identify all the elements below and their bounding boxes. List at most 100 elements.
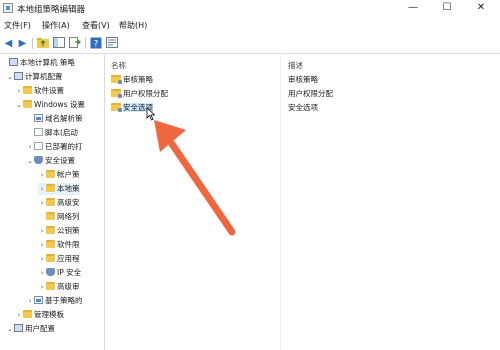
printer-icon bbox=[34, 142, 43, 150]
tree-item-computer-config[interactable]: ⌄ 计算机配置 bbox=[6, 71, 63, 83]
menu-bar: 文件(F) 操作(A) 查看(V) 帮助(H) bbox=[0, 18, 500, 33]
help-icon[interactable]: ? bbox=[89, 37, 102, 50]
tree-item-label: 应用程 bbox=[57, 254, 80, 263]
menu-action[interactable]: 操作(A) bbox=[42, 20, 70, 31]
menu-help[interactable]: 帮助(H) bbox=[119, 20, 147, 31]
toolbar: ◀ ▶ ? bbox=[0, 34, 500, 54]
tree-item-software-restriction[interactable]: › 软件限 bbox=[38, 239, 80, 251]
tree-item-scripts[interactable]: 脚本(启动 bbox=[26, 127, 78, 139]
folder-icon bbox=[46, 184, 55, 192]
tree-item-label: 软件设置 bbox=[34, 86, 64, 95]
tree-item-user-config[interactable]: ⌄ 用户配置 bbox=[6, 323, 55, 335]
policy-folder-icon bbox=[111, 75, 122, 84]
toolbar-separator bbox=[85, 38, 86, 49]
tree-item-advanced-audit[interactable]: › 高级审 bbox=[38, 281, 80, 293]
folder-icon bbox=[23, 310, 32, 318]
expand-arrow[interactable]: › bbox=[38, 197, 46, 209]
folder-icon bbox=[23, 100, 32, 108]
properties-icon[interactable] bbox=[105, 37, 118, 50]
tree-item-local-computer-policy[interactable]: 本地计算机 策略 bbox=[1, 57, 75, 69]
list-item[interactable]: 用户权限分配 用户权限分配 bbox=[106, 88, 500, 100]
tree-item-label: Windows 设置 bbox=[34, 100, 85, 109]
tree-item-software-settings[interactable]: › 软件设置 bbox=[15, 85, 64, 97]
app-icon bbox=[3, 3, 13, 13]
export-list-icon[interactable] bbox=[68, 37, 81, 50]
toolbar-separator bbox=[32, 38, 33, 49]
expand-arrow[interactable]: › bbox=[15, 309, 23, 321]
tree-item-app-control[interactable]: › 应用程 bbox=[38, 253, 80, 265]
folder-icon bbox=[46, 254, 55, 262]
tree-item-label: 管理模板 bbox=[34, 310, 64, 319]
list-item-description: 用户权限分配 bbox=[288, 89, 333, 98]
tree-item-ip-security[interactable]: › IP 安全 bbox=[38, 267, 81, 279]
list-item-name: 用户权限分配 bbox=[123, 89, 168, 98]
collapse-arrow[interactable]: ⌄ bbox=[15, 99, 23, 111]
expand-arrow[interactable]: › bbox=[38, 225, 46, 237]
forward-arrow-icon[interactable]: ▶ bbox=[16, 37, 29, 50]
expand-arrow[interactable]: › bbox=[38, 239, 46, 251]
tree-item-account-policies[interactable]: › 帐户策 bbox=[38, 169, 80, 181]
tree-item-label: 软件限 bbox=[57, 240, 80, 249]
folder-icon bbox=[46, 212, 55, 220]
tree-item-name-resolution-policy[interactable]: 域名解析策 bbox=[26, 113, 83, 125]
expand-arrow[interactable]: › bbox=[15, 85, 23, 97]
menu-view[interactable]: 查看(V) bbox=[82, 20, 110, 31]
tree-item-windows-settings[interactable]: ⌄ Windows 设置 bbox=[15, 99, 85, 111]
tree-item-label: 脚本(启动 bbox=[45, 128, 78, 137]
list-item-description: 审核策略 bbox=[288, 75, 318, 84]
tree-item-label: IP 安全 bbox=[57, 268, 82, 277]
user-icon bbox=[14, 324, 23, 332]
close-button[interactable]: ✕ bbox=[464, 0, 498, 16]
tree-item-label: 帐户策 bbox=[57, 170, 80, 179]
list-item-name: 审核策略 bbox=[123, 75, 153, 84]
minimize-button[interactable]: — bbox=[396, 0, 430, 16]
details-pane: 名称 描述 审核策略 审核策略 用户权限分配 用户权限分配 安全选项 安全选项 bbox=[106, 55, 500, 350]
expand-arrow[interactable]: › bbox=[38, 267, 46, 279]
tree-item-deployed-printers[interactable]: › 已部署的打 bbox=[26, 141, 83, 153]
folder-icon bbox=[23, 86, 32, 94]
expand-arrow[interactable]: › bbox=[38, 183, 46, 195]
collapse-arrow[interactable]: ⌄ bbox=[6, 323, 14, 335]
title-bar: 本地组策略编辑器 — ☐ ✕ bbox=[0, 0, 500, 18]
policy-chart-icon bbox=[34, 114, 43, 122]
expand-arrow[interactable]: › bbox=[38, 281, 46, 293]
collapse-arrow[interactable]: ⌄ bbox=[6, 71, 14, 83]
shield-icon bbox=[34, 156, 43, 164]
collapse-arrow[interactable]: ⌄ bbox=[26, 155, 34, 167]
tree-item-label: 已部署的打 bbox=[45, 142, 83, 151]
tree-item-admin-templates[interactable]: › 管理模板 bbox=[15, 309, 64, 321]
tree-item-public-key-policies[interactable]: › 公钥策 bbox=[38, 225, 80, 237]
tree-item-label: 计算机配置 bbox=[25, 72, 63, 81]
folder-icon bbox=[46, 226, 55, 234]
list-item[interactable]: 审核策略 审核策略 bbox=[106, 74, 500, 86]
tree-item-network-list[interactable]: 网络列 bbox=[38, 211, 80, 223]
console-tree: 本地计算机 策略 ⌄ 计算机配置 › 软件设置 ⌄ Windows 设置 域名解析策 … bbox=[0, 55, 105, 350]
tree-item-local-policies[interactable]: › 本地策 bbox=[38, 183, 80, 195]
tree-item-policy-based-qos[interactable]: › 基于策略的 bbox=[26, 295, 83, 307]
tree-item-label: 公钥策 bbox=[57, 226, 80, 235]
folder-icon bbox=[46, 170, 55, 178]
column-header-name[interactable]: 名称 bbox=[111, 60, 126, 71]
maximize-button[interactable]: ☐ bbox=[430, 0, 464, 16]
up-folder-icon[interactable] bbox=[36, 37, 49, 50]
expand-arrow[interactable]: › bbox=[26, 295, 34, 307]
list-item-security-options[interactable]: 安全选项 安全选项 bbox=[106, 102, 500, 114]
show-hide-tree-icon[interactable] bbox=[52, 37, 65, 50]
shield-icon bbox=[46, 268, 55, 276]
tree-item-label: 安全设置 bbox=[45, 156, 75, 165]
tree-item-advanced-security[interactable]: › 高级安 bbox=[38, 197, 80, 209]
expand-arrow[interactable]: › bbox=[38, 253, 46, 265]
back-arrow-icon[interactable]: ◀ bbox=[2, 37, 15, 50]
tree-item-label: 基于策略的 bbox=[45, 296, 83, 305]
expand-arrow[interactable]: › bbox=[26, 141, 34, 153]
folder-icon bbox=[46, 282, 55, 290]
list-item-description: 安全选项 bbox=[288, 103, 318, 112]
column-header-description[interactable]: 描述 bbox=[288, 60, 303, 71]
menu-file[interactable]: 文件(F) bbox=[4, 20, 31, 31]
tree-item-security-settings[interactable]: ⌄ 安全设置 bbox=[26, 155, 75, 167]
window-title: 本地组策略编辑器 bbox=[17, 5, 86, 15]
tree-item-label: 高级审 bbox=[57, 282, 80, 291]
tree-item-label: 本地计算机 策略 bbox=[20, 58, 75, 67]
expand-arrow[interactable]: › bbox=[38, 169, 46, 181]
computer-icon bbox=[14, 72, 23, 80]
